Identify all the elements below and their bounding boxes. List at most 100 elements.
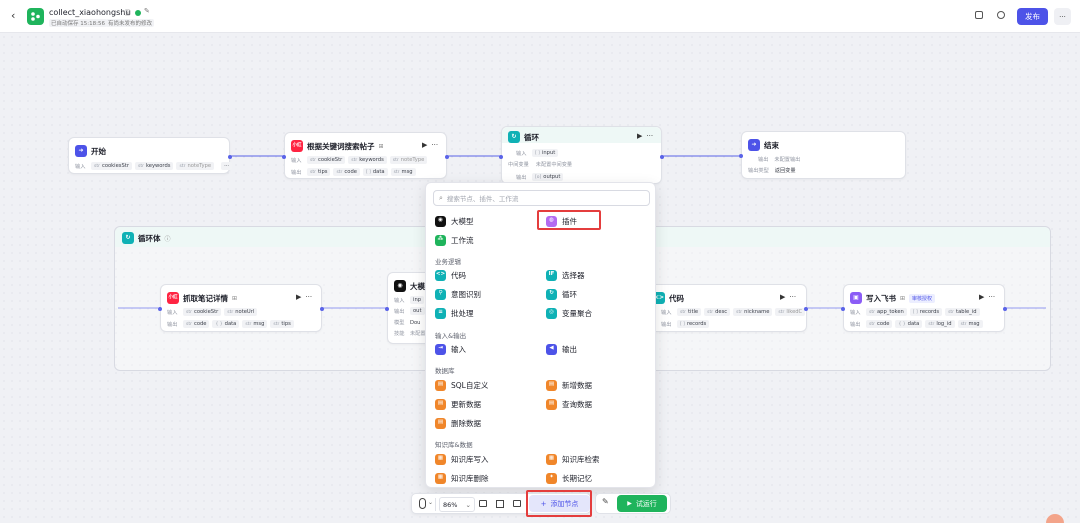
loop-icon: ↻ <box>122 232 134 244</box>
menu-search-box[interactable]: ⌕ 搜索节点、插件、工作流 <box>433 190 650 206</box>
menu-search-placeholder: 搜索节点、插件、工作流 <box>446 195 519 203</box>
node-inputs: 输入 inp <box>394 296 425 304</box>
node-start[interactable]: ➜ 开始 输入 str cookiesStr str keywords str not… <box>68 137 233 174</box>
menu-item-add-data[interactable]: ▤ 新增数据 <box>546 379 592 391</box>
output-mode-label: 输出类型 <box>748 168 769 174</box>
input-label: 输入 <box>394 297 405 304</box>
menu-item-kb-delete[interactable]: ▦ 知识库删除 <box>435 472 489 484</box>
menu-item-label: 删除数据 <box>451 418 481 428</box>
menu-item-workflow[interactable]: ⁂ 工作流 <box>435 234 474 246</box>
node-note-detail[interactable]: 小红 抓取笔记详情 ⊞ ▶ ··· 输入 str cookieStr str note… <box>158 284 324 332</box>
node-write-feishu[interactable]: ▣ 写入飞书 ⊞ 审核授权 ▶ ··· 输入 str app_token [ ] re… <box>841 284 1007 332</box>
menu-item-kb-write[interactable]: ▦ 知识库写入 <box>435 453 489 465</box>
run-icon[interactable]: ▶ <box>296 293 301 301</box>
menu-item-code[interactable]: <> 代码 <box>435 269 466 281</box>
menu-item-var-agg[interactable]: ◎ 变量聚合 <box>546 307 592 319</box>
input-label: 输入 <box>516 150 527 157</box>
menu-item-intent[interactable]: ⚲ 意图识别 <box>435 288 481 300</box>
node-variables: 中间变量 未配置中间变量 <box>508 161 572 168</box>
menu-item-label: 循环 <box>562 289 577 299</box>
field-chip: [ ] records <box>909 308 943 316</box>
wrench-icon[interactable]: ✎ <box>602 497 609 506</box>
input-port[interactable] <box>282 155 286 159</box>
node-code[interactable]: <> 代码 ▶ ··· 输入 str title str desc str nickna… <box>635 284 808 332</box>
batch-icon: ≡ <box>435 307 446 319</box>
section-db: 数据库 <box>435 367 455 375</box>
menu-item-label: 查询数据 <box>562 399 592 409</box>
plugin-badge-icon: ⊞ <box>232 294 238 302</box>
info-icon[interactable]: ⓘ <box>165 234 171 243</box>
start-icon: ➜ <box>75 145 87 157</box>
more-icon[interactable]: ··· <box>431 141 438 149</box>
node-end[interactable]: ➜ 结束 输出 未配置输出 输出类型 返回变量 <box>739 131 906 179</box>
test-run-button[interactable]: ▶ 试运行 <box>617 495 667 512</box>
menu-item-delete-data[interactable]: ▤ 删除数据 <box>435 417 481 429</box>
chevron-down-icon[interactable]: ⌄ <box>428 499 433 506</box>
input-port[interactable] <box>841 307 845 311</box>
menu-item-kb-search[interactable]: ▦ 知识库检索 <box>546 453 600 465</box>
menu-item-sql[interactable]: ▤ SQL自定义 <box>435 379 488 391</box>
run-icon[interactable]: ▶ <box>780 293 785 301</box>
node-model: 模型 Dou <box>394 319 420 327</box>
llm-icon: ◉ <box>394 280 406 292</box>
xiaohongshu-icon: 小红 <box>291 140 303 152</box>
menu-item-label: 新增数据 <box>562 380 592 390</box>
node-title: 代码 <box>669 293 684 303</box>
more-fields-chip[interactable]: ··· <box>221 162 233 170</box>
menu-item-batch[interactable]: ≡ 批处理 <box>435 307 474 319</box>
output-port[interactable] <box>660 155 664 159</box>
section-kb: 知识库&数据 <box>435 441 473 449</box>
field-chip: str table_id <box>945 308 980 316</box>
menu-item-output[interactable]: ◀ 输出 <box>546 343 577 355</box>
mouse-mode-icon[interactable] <box>419 498 426 509</box>
field-chip: str nickname <box>733 308 773 316</box>
output-port[interactable] <box>1003 307 1007 311</box>
menu-item-selector[interactable]: IF 选择器 <box>546 269 585 281</box>
layout-icon[interactable] <box>496 500 504 508</box>
selector-icon: IF <box>546 269 557 281</box>
node-header: ➜ 开始 <box>75 143 106 159</box>
auth-badge[interactable]: 审核授权 <box>909 293 936 303</box>
menu-item-loop[interactable]: ↻ 循环 <box>546 288 577 300</box>
node-inputs: 输入 str cookieStr str noteUrl <box>167 308 258 316</box>
menu-item-input[interactable]: ⇥ 输入 <box>435 343 466 355</box>
workflow-icon: ⁂ <box>435 234 446 246</box>
run-icon[interactable]: ▶ <box>979 293 984 301</box>
llm-icon: ◉ <box>435 215 446 227</box>
more-icon[interactable]: ··· <box>789 293 796 301</box>
output-port[interactable] <box>320 307 324 311</box>
input-port[interactable] <box>499 155 503 159</box>
node-inputs: 输入 str cookiesStr str keywords str noteType… <box>75 162 233 170</box>
input-label: 输入 <box>167 309 178 316</box>
node-search-posts[interactable]: 小红 根据关键词搜索帖子 ⊞ ▶ ··· 输入 str cookieStr str k… <box>282 132 449 179</box>
run-icon[interactable]: ▶ <box>637 132 642 140</box>
output-port[interactable] <box>445 155 449 159</box>
menu-item-query-data[interactable]: ▤ 查询数据 <box>546 398 592 410</box>
zoom-select[interactable]: 86% ⌄ <box>439 497 475 512</box>
intent-icon: ⚲ <box>435 288 446 300</box>
output-port[interactable] <box>804 307 808 311</box>
comment-icon[interactable] <box>479 500 487 507</box>
node-title: 抓取笔记详情 <box>183 293 228 303</box>
more-icon[interactable]: ··· <box>305 293 312 301</box>
test-run-label: 试运行 <box>635 499 657 508</box>
node-output-mode: 输出类型 返回变量 <box>748 167 796 174</box>
run-icon[interactable]: ▶ <box>422 141 427 149</box>
database-icon: ▤ <box>546 398 557 410</box>
menu-item-llm[interactable]: ◉ 大模型 <box>435 215 474 227</box>
minimap-icon[interactable] <box>513 500 521 507</box>
chevron-down-icon: ⌄ <box>465 500 471 509</box>
output-port[interactable] <box>228 155 232 159</box>
more-icon[interactable]: ··· <box>988 293 995 301</box>
more-icon[interactable]: ··· <box>646 132 653 140</box>
node-loop[interactable]: ↻ 循环 ▶ ··· 输入 [ ] input 中间变量 未配置中间变量 输出 [o… <box>499 126 664 184</box>
field-chip: str noteType <box>176 162 215 170</box>
input-port[interactable] <box>158 307 162 311</box>
input-port[interactable] <box>385 307 389 311</box>
input-port[interactable] <box>739 154 743 158</box>
database-icon: ▤ <box>435 398 446 410</box>
menu-item-long-memory[interactable]: ✦ 长期记忆 <box>546 472 592 484</box>
menu-item-update-data[interactable]: ▤ 更新数据 <box>435 398 481 410</box>
end-icon: ➜ <box>748 139 760 151</box>
node-header: 小红 根据关键词搜索帖子 ⊞ <box>291 138 384 154</box>
